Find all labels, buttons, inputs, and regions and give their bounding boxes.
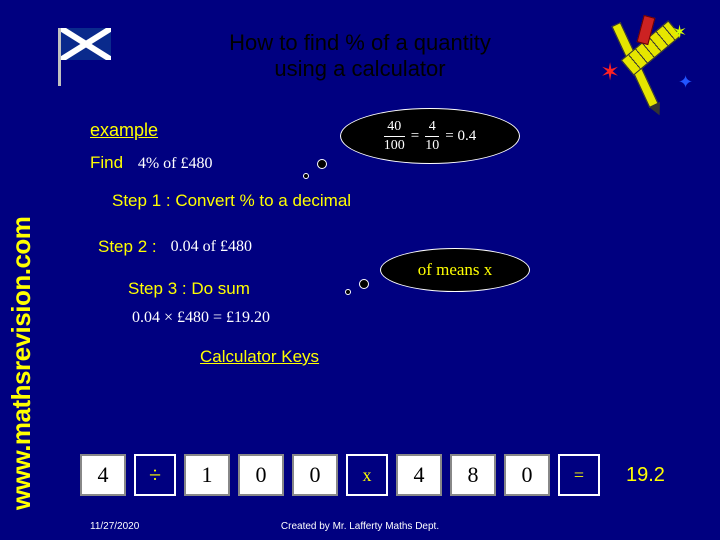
frac-num-2: 4	[429, 120, 436, 134]
key-4: 4	[80, 454, 126, 496]
key-equals: =	[558, 454, 600, 496]
key-multiply: x	[346, 454, 388, 496]
step-3-text: Step 3 : Do sum	[128, 279, 250, 298]
title-line-2: using a calculator	[274, 56, 445, 81]
decimal-point-indicator	[306, 488, 312, 494]
key-0a: 0	[238, 454, 284, 496]
of-means-x-text: of means x	[418, 260, 493, 280]
frac-den-2: 10	[425, 139, 439, 153]
find-label: Find	[90, 153, 123, 172]
key-4b: 4	[396, 454, 442, 496]
calculator-keys-heading: Calculator Keys	[200, 347, 690, 367]
title-line-1: How to find % of a quantity	[229, 30, 491, 55]
key-divide: ÷	[134, 454, 176, 496]
step-3-expression: 0.04 × £480 = £19.20	[132, 309, 690, 327]
of-means-x-bubble: of means x	[380, 248, 530, 292]
key-1: 1	[184, 454, 230, 496]
frac-result: = 0.4	[445, 128, 476, 145]
footer-credit: Created by Mr. Lafferty Maths Dept.	[0, 521, 720, 532]
step-2-expression: 0.04 of £480	[171, 238, 252, 256]
frac-eq-1: =	[411, 128, 419, 145]
website-url: www.mathsrevision.com	[6, 217, 37, 510]
calculator-keys-row: 4 ÷ 1 0 0 x 4 8 0 = 19.2	[80, 454, 665, 496]
frac-num-1: 40	[387, 120, 401, 134]
key-8: 8	[450, 454, 496, 496]
frac-den-1: 100	[384, 139, 405, 153]
find-expression: 4% of £480	[138, 155, 213, 173]
slide-title: How to find % of a quantity using a calc…	[140, 30, 580, 83]
saltire-flag-icon	[58, 28, 126, 68]
key-0b: 0	[292, 454, 338, 496]
math-tools-illustration: ✶ ✶ ✦	[590, 10, 700, 110]
fraction-thought-bubble: 40 100 = 4 10 = 0.4	[340, 108, 520, 164]
calc-answer: 19.2	[626, 464, 665, 487]
key-0c: 0	[504, 454, 550, 496]
step-2-label: Step 2 :	[98, 237, 157, 257]
step-1-text: Step 1 : Convert % to a decimal	[112, 191, 690, 211]
